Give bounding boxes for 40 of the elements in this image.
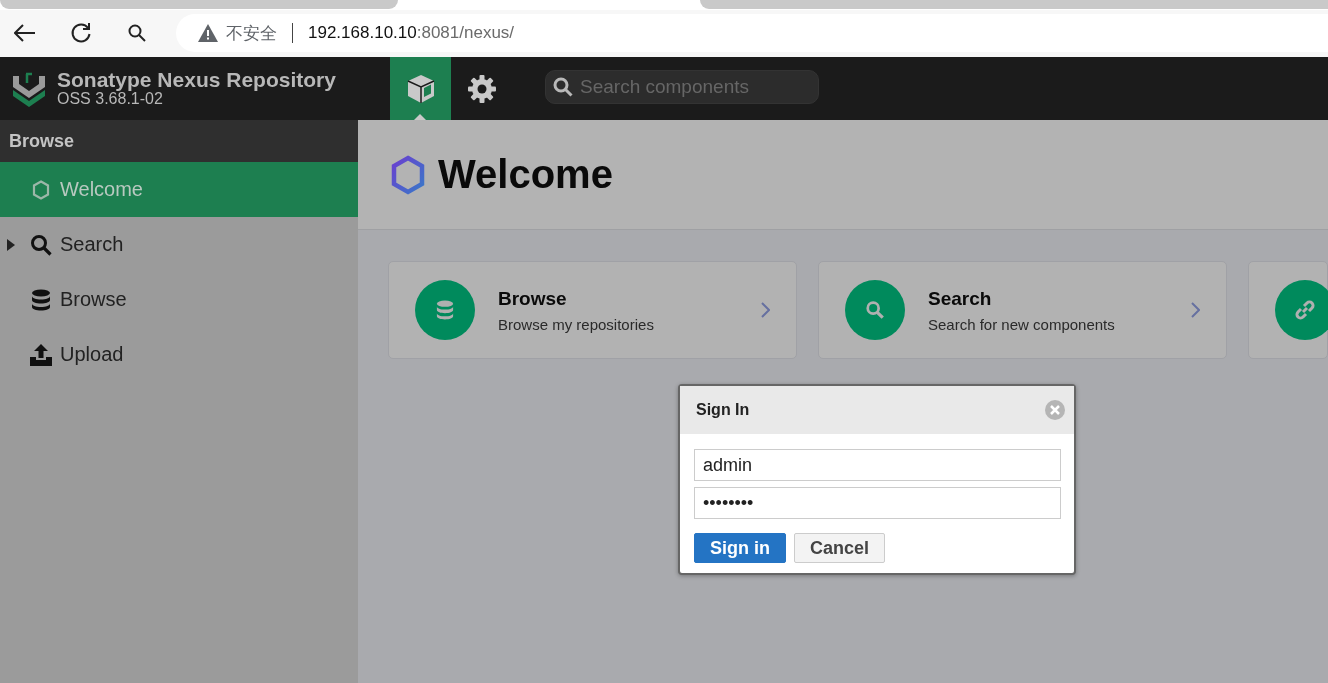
sidebar-title: Browse — [0, 120, 358, 162]
password-field[interactable]: •••••••• — [694, 487, 1061, 519]
dialog-title: Sign In — [696, 401, 750, 419]
back-arrow-icon[interactable] — [14, 24, 36, 42]
hexagon-icon — [32, 179, 50, 200]
link-icon — [1275, 280, 1328, 340]
search-icon[interactable] — [128, 24, 146, 42]
card-description: Search for new components — [928, 315, 1116, 333]
search-field[interactable]: Search components — [545, 70, 819, 104]
cancel-button[interactable]: Cancel — [794, 533, 886, 563]
expand-arrow-icon[interactable] — [7, 238, 15, 251]
url-host: 192.168.10.10 — [308, 23, 417, 43]
chevron-right-icon — [761, 302, 770, 318]
sidebar-item[interactable]: Upload — [0, 327, 358, 382]
card-title: Search — [928, 287, 993, 310]
card-title: Browse — [498, 287, 568, 310]
database-icon — [31, 288, 51, 311]
feature-card[interactable]: Browse Browse my repositories — [388, 261, 797, 359]
security-label: 不安全 — [226, 22, 277, 45]
feature-card[interactable]: Search Search for new components — [818, 261, 1227, 359]
card-description: Browse my repositories — [498, 315, 655, 333]
sign-in-button[interactable]: Sign in — [694, 533, 786, 563]
page-title: Welcome — [438, 152, 613, 197]
username-field[interactable]: admin — [694, 449, 1061, 481]
settings-icon — [466, 73, 497, 104]
chevron-right-icon — [1191, 302, 1200, 318]
reload-icon[interactable] — [70, 22, 92, 44]
address-bar[interactable]: 不安全 192.168.10.10:8081/nexus/ — [176, 14, 1328, 52]
upload-icon — [29, 343, 53, 366]
search-icon — [845, 280, 905, 340]
url-path: :8081/nexus/ — [416, 23, 515, 43]
database-icon — [415, 280, 475, 340]
product-name: Sonatype Nexus Repository — [57, 69, 336, 92]
version-label: OSS 3.68.1-02 — [57, 91, 164, 108]
warning-icon — [198, 24, 218, 42]
sidebar-item[interactable]: Search — [0, 217, 358, 272]
search-icon — [30, 233, 52, 256]
hexagon-icon — [390, 154, 426, 195]
search-icon — [553, 77, 573, 97]
sidebar-item[interactable]: Browse — [0, 272, 358, 327]
